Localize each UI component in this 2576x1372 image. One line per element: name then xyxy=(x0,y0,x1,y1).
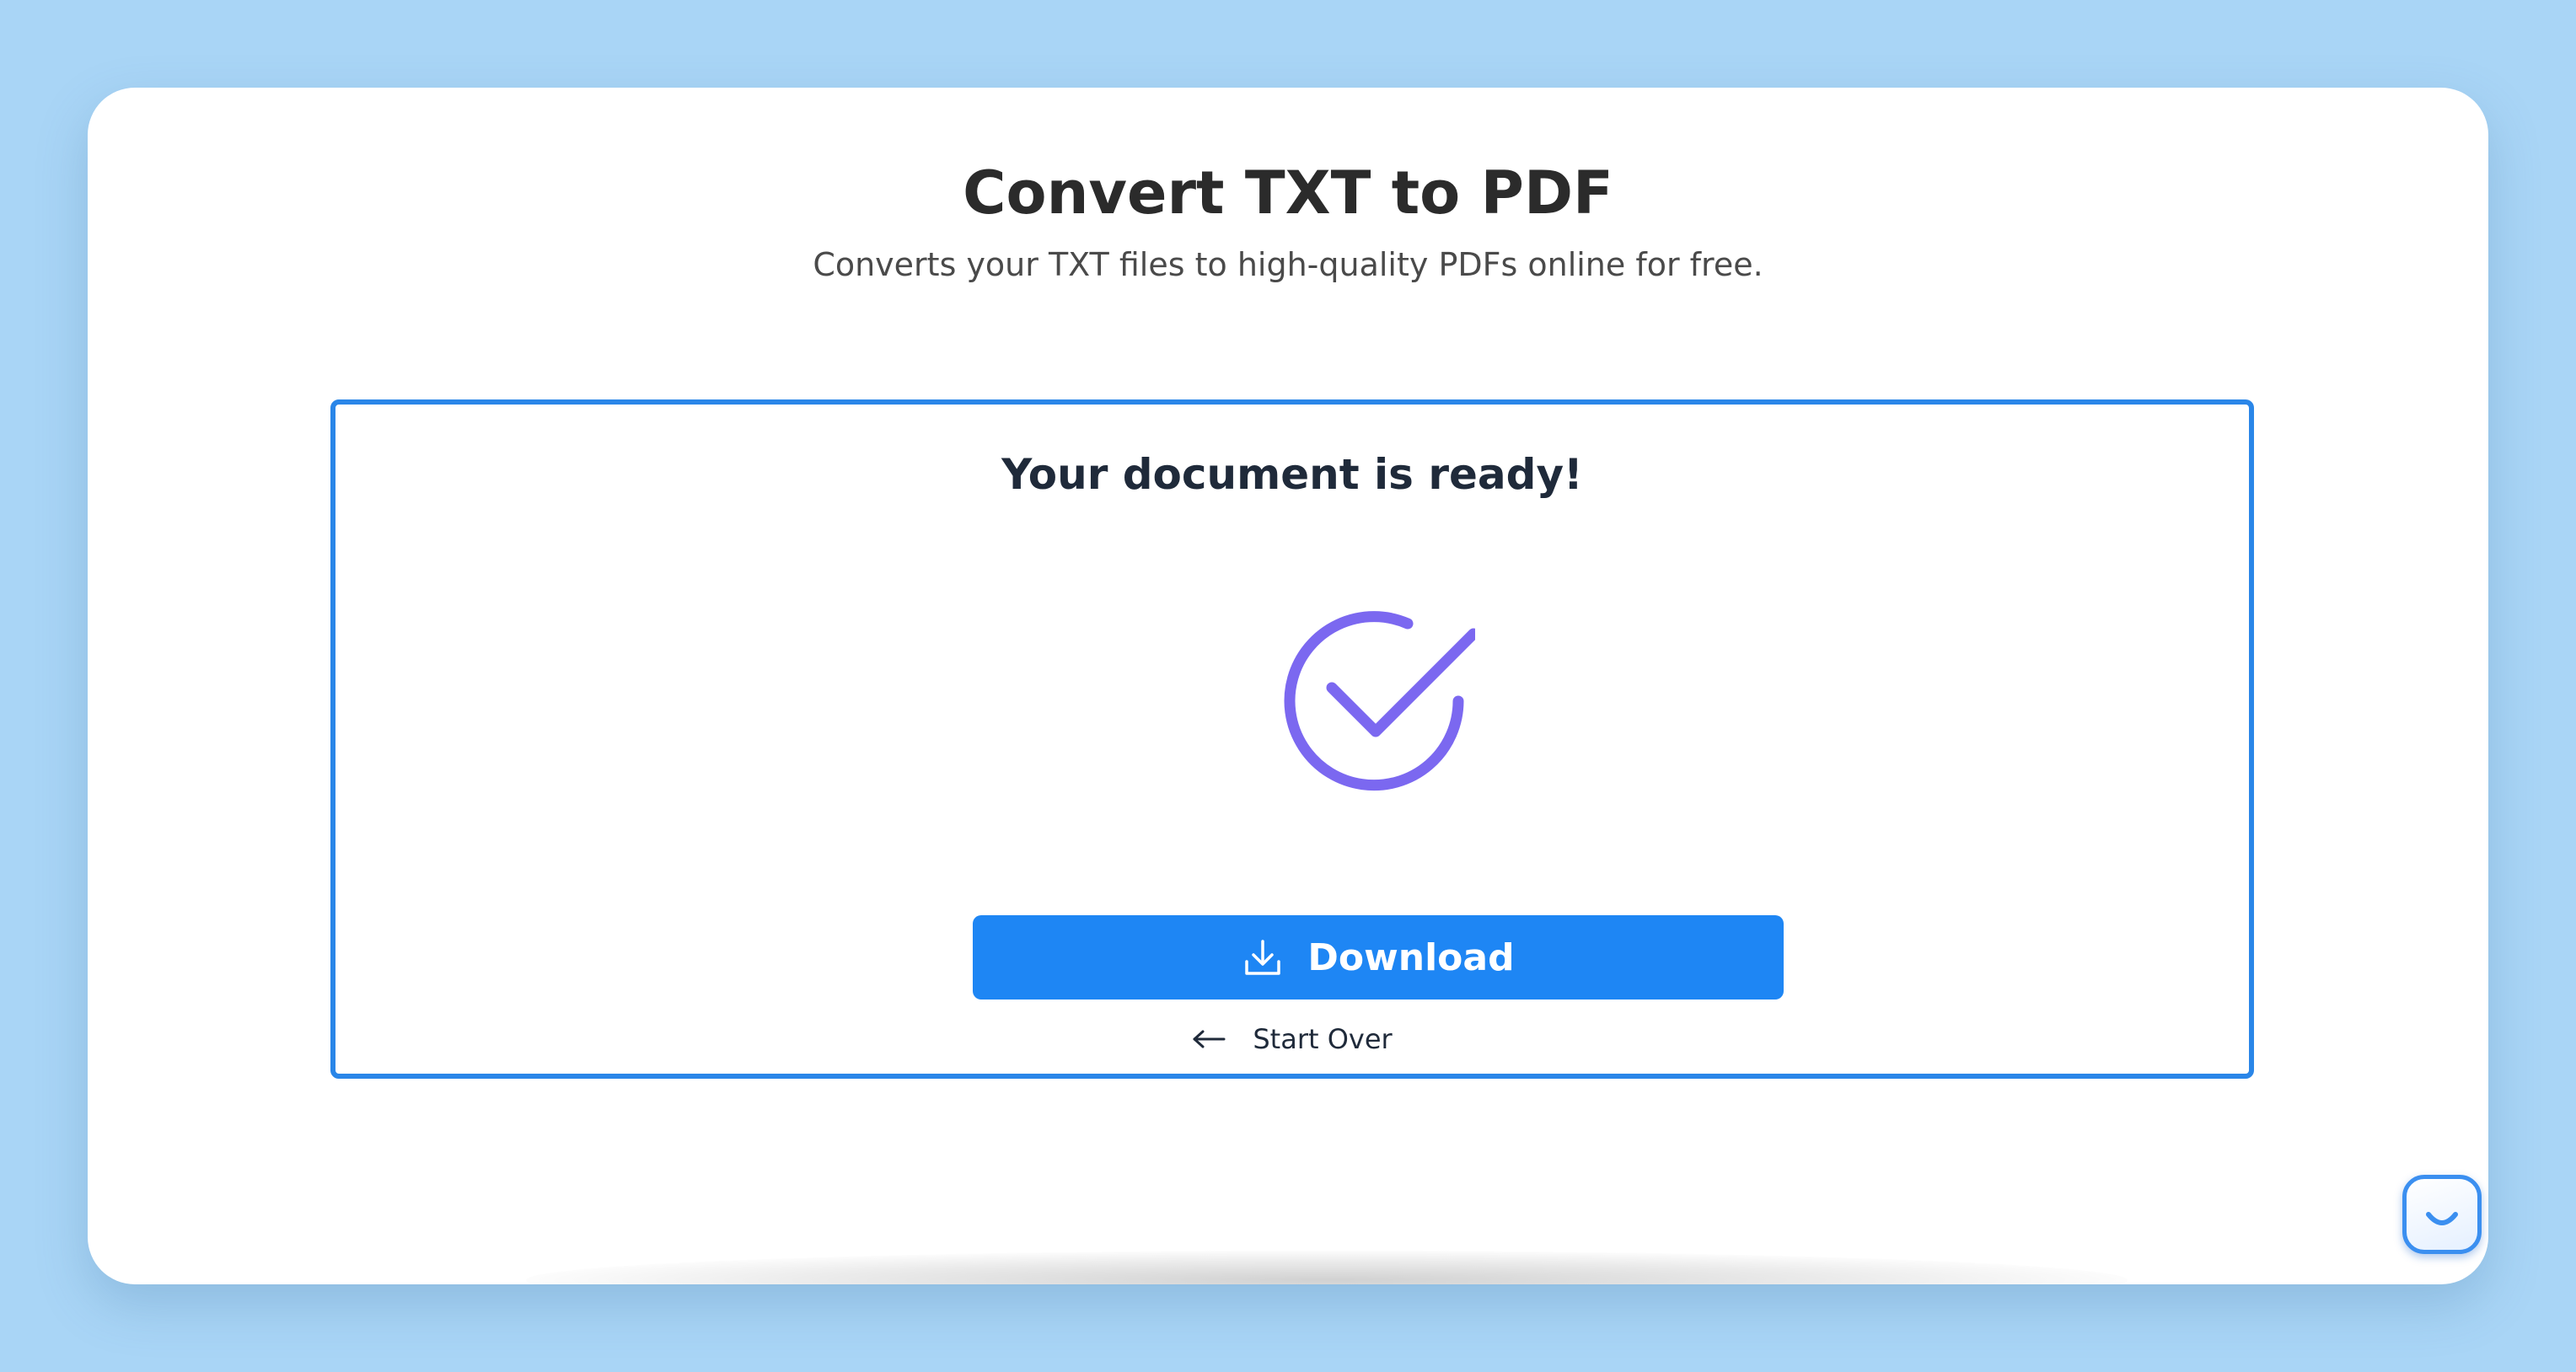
result-panel: Your document is ready! Download Start O… xyxy=(330,399,2254,1079)
card-bottom-shadow xyxy=(526,1251,2128,1284)
start-over-link[interactable]: Start Over xyxy=(335,1023,2249,1055)
check-circle-icon xyxy=(1284,611,1475,791)
download-label: Download xyxy=(1307,935,1515,979)
arrow-left-icon xyxy=(1193,1030,1226,1048)
ready-heading: Your document is ready! xyxy=(1001,450,1583,499)
chat-widget-button[interactable] xyxy=(2402,1175,2482,1254)
page-title: Convert TXT to PDF xyxy=(963,158,1613,228)
main-card: Convert TXT to PDF Converts your TXT fil… xyxy=(88,88,2488,1284)
download-button[interactable]: Download xyxy=(973,915,1784,1000)
smile-icon xyxy=(2426,1212,2458,1225)
start-over-label: Start Over xyxy=(1253,1023,1393,1055)
download-icon xyxy=(1245,940,1281,975)
page-subtitle: Converts your TXT files to high-quality … xyxy=(813,246,1763,283)
